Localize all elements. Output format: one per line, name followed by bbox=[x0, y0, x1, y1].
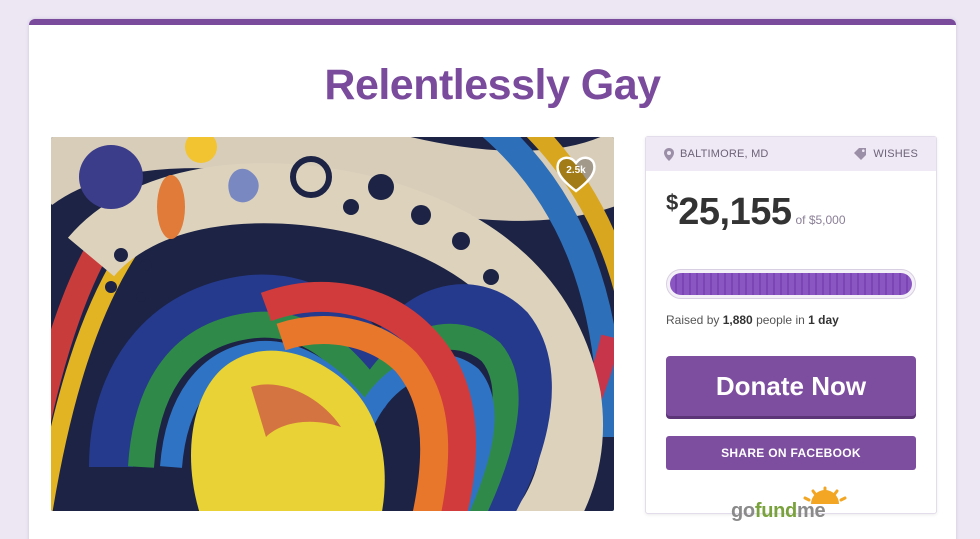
logo-me: me bbox=[796, 500, 826, 522]
donation-panel: BALTIMORE, MD WISHES $ 25,155 of $5,000 … bbox=[645, 136, 937, 522]
logo-fund: fund bbox=[754, 500, 797, 522]
amount-raised: $ 25,155 of $5,000 bbox=[666, 190, 846, 234]
campaign-photo: 2.5k bbox=[51, 137, 614, 511]
location[interactable]: BALTIMORE, MD bbox=[664, 147, 769, 161]
currency-symbol: $ bbox=[666, 190, 679, 215]
share-on-facebook-button[interactable]: SHARE ON FACEBOOK bbox=[666, 436, 916, 470]
tattoo-image bbox=[51, 137, 614, 511]
raised-amount: 25,155 bbox=[678, 191, 792, 233]
people-mid: people in bbox=[752, 313, 809, 327]
raised-prefix: Raised by bbox=[666, 313, 723, 327]
favorite-badge[interactable]: 2.5k bbox=[554, 153, 598, 195]
goal-amount: of $5,000 bbox=[795, 213, 846, 227]
category[interactable]: WISHES bbox=[854, 148, 918, 160]
gofundme-logo[interactable]: gofundme bbox=[731, 486, 851, 526]
people-count: 1,880 bbox=[722, 313, 753, 327]
campaign-card: Relentlessly Gay 2.5k BALTIMORE, MD WISH… bbox=[29, 19, 956, 539]
raised-by-text: Raised by 1,880 people in 1 day bbox=[666, 313, 839, 327]
category-label: WISHES bbox=[873, 148, 918, 160]
donate-now-button[interactable]: Donate Now bbox=[666, 356, 916, 416]
logo-wordmark: gofundme bbox=[731, 500, 826, 523]
duration: 1 day bbox=[808, 313, 839, 327]
panel-header: BALTIMORE, MD WISHES bbox=[646, 137, 936, 171]
tag-icon bbox=[854, 148, 867, 160]
location-label: BALTIMORE, MD bbox=[680, 148, 769, 160]
map-pin-icon bbox=[664, 147, 674, 161]
progress-bar bbox=[666, 269, 916, 299]
campaign-title: Relentlessly Gay bbox=[324, 61, 661, 109]
likes-count: 2.5k bbox=[566, 165, 586, 176]
logo-go: go bbox=[731, 500, 755, 522]
progress-fill bbox=[670, 273, 912, 295]
